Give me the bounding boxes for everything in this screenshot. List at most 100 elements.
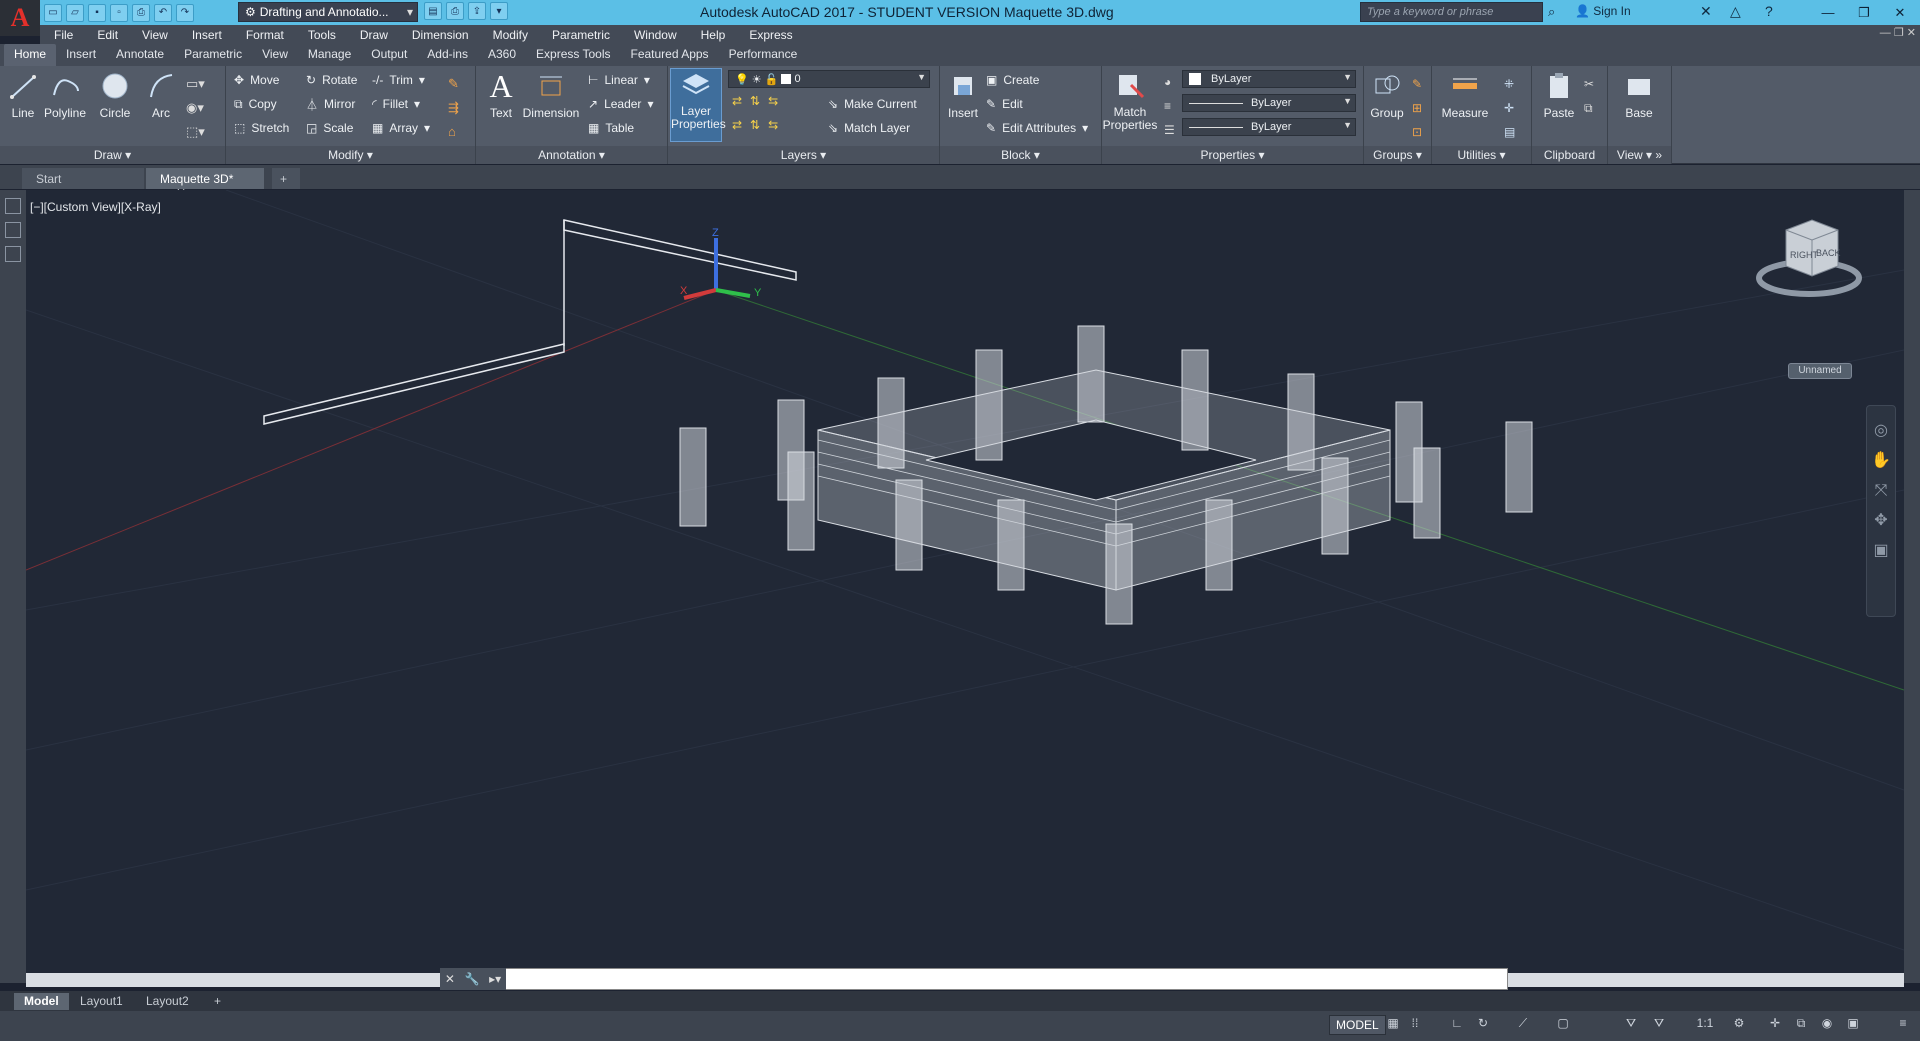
vertical-scrollbar[interactable] [1904, 190, 1920, 983]
tab-express-tools[interactable]: Express Tools [526, 44, 620, 66]
new-file-icon[interactable]: ▭ [44, 3, 62, 22]
line-button[interactable]: Line [0, 70, 46, 120]
move-button[interactable]: ✥ Move [234, 70, 279, 90]
group-tools[interactable]: ✎ ⊞ ⊡ [1412, 72, 1422, 144]
model-space-button[interactable]: MODEL [1329, 1015, 1386, 1035]
minimize-icon[interactable]: — [1810, 0, 1846, 25]
pan-icon[interactable]: ✋ [1867, 446, 1895, 476]
palette-icon[interactable] [5, 198, 21, 214]
binoculars-icon[interactable]: ⌕ [1548, 4, 1555, 20]
paste-button[interactable]: Paste [1536, 70, 1582, 120]
menu-modify[interactable]: Modify [493, 28, 528, 42]
edit-attributes-button[interactable]: ✎ Edit Attributes ▾ [986, 118, 1088, 138]
tab-layout1[interactable]: Layout1 [70, 993, 133, 1010]
polyline-button[interactable]: Polyline [42, 70, 88, 120]
isolate-icon[interactable]: ⧉ [1792, 1016, 1810, 1034]
viewcube-back-face[interactable]: BACK [1816, 248, 1841, 258]
save-icon[interactable]: ▪ [88, 3, 106, 22]
clipboard-panel-title[interactable]: Clipboard [1532, 146, 1607, 164]
match-properties-button[interactable]: Match Properties [1102, 70, 1158, 132]
menu-draw[interactable]: Draw [360, 28, 388, 42]
share-icon[interactable]: ⇪ [468, 2, 486, 20]
close-icon[interactable]: ✕ [445, 972, 455, 986]
sign-in-button[interactable]: 👤 Sign In [1575, 4, 1631, 18]
menu-file[interactable]: File [54, 28, 73, 42]
menu-help[interactable]: Help [701, 28, 726, 42]
application-menu-button[interactable]: A [0, 0, 40, 36]
create-button[interactable]: ▣ Create [986, 70, 1039, 90]
orbit-icon[interactable]: ✥ [1867, 506, 1895, 536]
menu-window[interactable]: Window [634, 28, 677, 42]
base-button[interactable]: Base [1616, 70, 1662, 120]
annotation-panel-title[interactable]: Annotation ▾ [476, 146, 667, 164]
annotation-visibility-icon[interactable]: ⛛ [1622, 1016, 1640, 1034]
close-icon[interactable]: ✕ [1882, 0, 1918, 25]
object-snap-icon[interactable]: ▢ [1554, 1016, 1572, 1034]
customize-icon[interactable]: ▾ [490, 2, 508, 20]
steering-wheel-icon[interactable]: ◎ [1867, 416, 1895, 446]
a360-icon[interactable]: △ [1730, 3, 1741, 20]
viewcube[interactable]: RIGHT BACK [1754, 210, 1864, 310]
group-button[interactable]: Group [1364, 70, 1410, 120]
rotate-button[interactable]: ↻ Rotate [306, 70, 357, 90]
menu-edit[interactable]: Edit [97, 28, 118, 42]
menu-dimension[interactable]: Dimension [412, 28, 469, 42]
viewcube-right-face[interactable]: RIGHT [1790, 250, 1819, 260]
linear-button[interactable]: ⊢ Linear ▾ [588, 70, 650, 90]
match-layer-button[interactable]: ⇘ Match Layer [828, 118, 910, 138]
exchange-icon[interactable]: ✕ [1700, 3, 1712, 20]
drawing-viewport[interactable]: Z X Y RIGHT BACK [26, 190, 1904, 973]
tab-manage[interactable]: Manage [298, 44, 361, 66]
menu-parametric[interactable]: Parametric [552, 28, 610, 42]
insert-button[interactable]: Insert [940, 70, 986, 120]
block-panel-title[interactable]: Block ▾ [940, 146, 1101, 164]
ucs-menu[interactable]: Unnamed [1788, 363, 1852, 379]
showmotion-icon[interactable]: ▣ [1867, 536, 1895, 566]
tab-performance[interactable]: Performance [719, 44, 808, 66]
measure-button[interactable]: Measure [1436, 70, 1494, 120]
ortho-icon[interactable]: ∟ [1448, 1016, 1466, 1034]
print-icon[interactable]: ⎙ [132, 3, 150, 22]
mirror-button[interactable]: ⏃ Mirror [306, 94, 355, 114]
draw-small-tools[interactable]: ▭▾ ◉▾ ⬚▾ [186, 72, 205, 144]
table-button[interactable]: ▦ Table [588, 118, 634, 138]
tab-maquette-3d[interactable]: Maquette 3D* ✕ [146, 168, 264, 200]
tab-view[interactable]: View [252, 44, 298, 66]
text-button[interactable]: A Text [478, 68, 524, 121]
make-current-button[interactable]: ⇘ Make Current [828, 94, 917, 114]
tab-insert[interactable]: Insert [56, 44, 106, 66]
lineweight-dropdown[interactable]: ByLayer ▼ [1182, 118, 1356, 136]
properties-panel-title[interactable]: Properties ▾ [1102, 146, 1363, 164]
linetype-dropdown[interactable]: ByLayer ▼ [1182, 94, 1356, 112]
save-as-icon[interactable]: ▫ [110, 3, 128, 22]
array-button[interactable]: ▦ Array ▾ [372, 118, 430, 138]
open-file-icon[interactable]: ▱ [66, 3, 84, 22]
redo-icon[interactable]: ↷ [176, 3, 194, 22]
layer-tools-row2[interactable]: ⇄⇅⇆ [732, 118, 786, 132]
clean-screen-icon[interactable]: ▣ [1844, 1016, 1862, 1034]
new-tab-button[interactable]: + [272, 168, 300, 189]
command-line-input[interactable] [440, 968, 1508, 990]
plot-icon[interactable]: ⎙ [446, 2, 464, 20]
leader-button[interactable]: ↗ Leader ▾ [588, 94, 653, 114]
plus-icon[interactable]: ✛ [1766, 1016, 1784, 1034]
undo-icon[interactable]: ↶ [154, 3, 172, 22]
view-panel-title[interactable]: View ▾ » [1608, 146, 1671, 164]
palette-icon[interactable] [5, 246, 21, 262]
layers-panel-title[interactable]: Layers ▾ [668, 146, 939, 164]
tab-annotate[interactable]: Annotate [106, 44, 174, 66]
viewport-controls-label[interactable]: [−][Custom View][X-Ray] [30, 200, 161, 214]
help-icon[interactable]: ? [1765, 3, 1773, 19]
draw-panel-title[interactable]: Draw ▾ [0, 146, 225, 164]
publish-icon[interactable]: ▤ [424, 2, 442, 20]
menu-format[interactable]: Format [246, 28, 284, 42]
polar-icon[interactable]: ↻ [1474, 1016, 1492, 1034]
scale-button[interactable]: ◲ Scale [306, 118, 353, 138]
utility-tools[interactable]: ⁜ ✛ ▤ [1504, 72, 1515, 144]
stretch-button[interactable]: ⬚ Stretch [234, 118, 289, 138]
menu-express[interactable]: Express [749, 28, 792, 42]
menu-insert[interactable]: Insert [192, 28, 222, 42]
gear-icon[interactable]: ⚙ [1730, 1016, 1748, 1034]
isodraft-icon[interactable]: ⟋ [1514, 1016, 1532, 1034]
add-layout-button[interactable]: + [204, 993, 231, 1010]
